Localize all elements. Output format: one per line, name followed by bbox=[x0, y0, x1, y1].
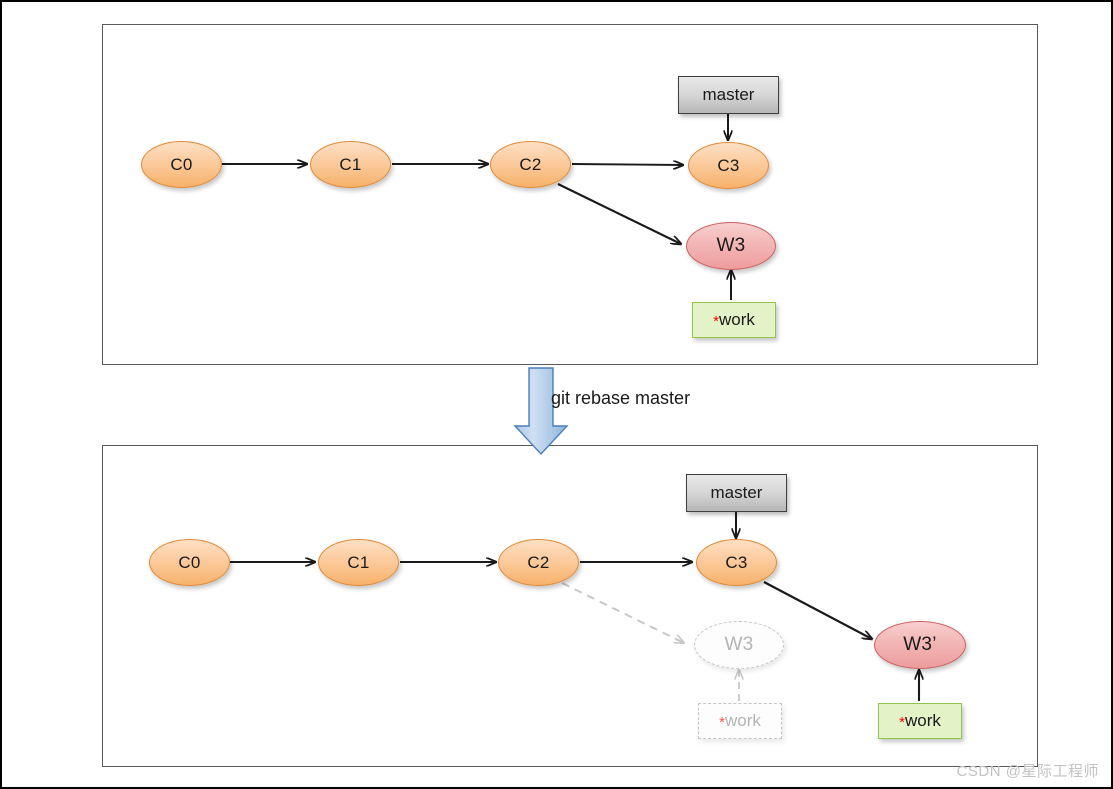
ghost-work-tag-label: work bbox=[724, 711, 761, 730]
work-tag-label: work bbox=[904, 711, 941, 730]
commit-label: C0 bbox=[178, 552, 201, 572]
ghost-work-label: W3 bbox=[724, 634, 754, 655]
work-tag[interactable]: * work bbox=[692, 302, 776, 338]
commit-node-c2[interactable]: C2 bbox=[490, 141, 571, 188]
commit-node-c1-after[interactable]: C1 bbox=[318, 539, 399, 586]
panel-before-rebase bbox=[102, 24, 1038, 365]
commit-node-c1[interactable]: C1 bbox=[310, 141, 391, 188]
commit-node-c0[interactable]: C0 bbox=[141, 141, 222, 188]
watermark: CSDN @星际工程师 bbox=[956, 763, 1099, 780]
commit-label: C1 bbox=[339, 154, 362, 174]
branch-name: master bbox=[702, 85, 755, 104]
diagram-canvas: C0 C1 C2 C3 W3 master * work git rebase m… bbox=[0, 0, 1113, 789]
branch-name: master bbox=[710, 483, 763, 502]
commit-node-c3-after[interactable]: C3 bbox=[696, 539, 777, 586]
asterisk-icon: * bbox=[713, 312, 719, 330]
commit-label: C1 bbox=[347, 552, 370, 572]
commit-node-c0-after[interactable]: C0 bbox=[149, 539, 230, 586]
work-label: W3’ bbox=[903, 634, 937, 655]
transition-arrow-icon bbox=[513, 367, 569, 456]
asterisk-icon: * bbox=[899, 713, 905, 731]
commit-node-c2-after[interactable]: C2 bbox=[498, 539, 579, 586]
work-node-w3-ghost: W3 bbox=[694, 621, 784, 669]
branch-label-master[interactable]: master bbox=[678, 76, 779, 114]
commit-label: C0 bbox=[170, 154, 193, 174]
work-node-w3-prime[interactable]: W3’ bbox=[874, 621, 966, 669]
transition-command-label: git rebase master bbox=[551, 388, 691, 408]
commit-label: C3 bbox=[725, 552, 748, 572]
commit-label: C3 bbox=[717, 155, 740, 175]
work-tag-ghost: * work bbox=[698, 703, 782, 739]
work-node-w3[interactable]: W3 bbox=[686, 222, 776, 270]
commit-label: C2 bbox=[519, 154, 542, 174]
work-label: W3 bbox=[716, 235, 746, 256]
branch-label-master-after[interactable]: master bbox=[686, 474, 787, 512]
commit-label: C2 bbox=[527, 552, 550, 572]
commit-node-c3[interactable]: C3 bbox=[688, 142, 769, 189]
asterisk-icon-ghost: * bbox=[719, 713, 725, 731]
work-tag-after[interactable]: * work bbox=[878, 703, 962, 739]
work-tag-label: work bbox=[718, 310, 755, 329]
